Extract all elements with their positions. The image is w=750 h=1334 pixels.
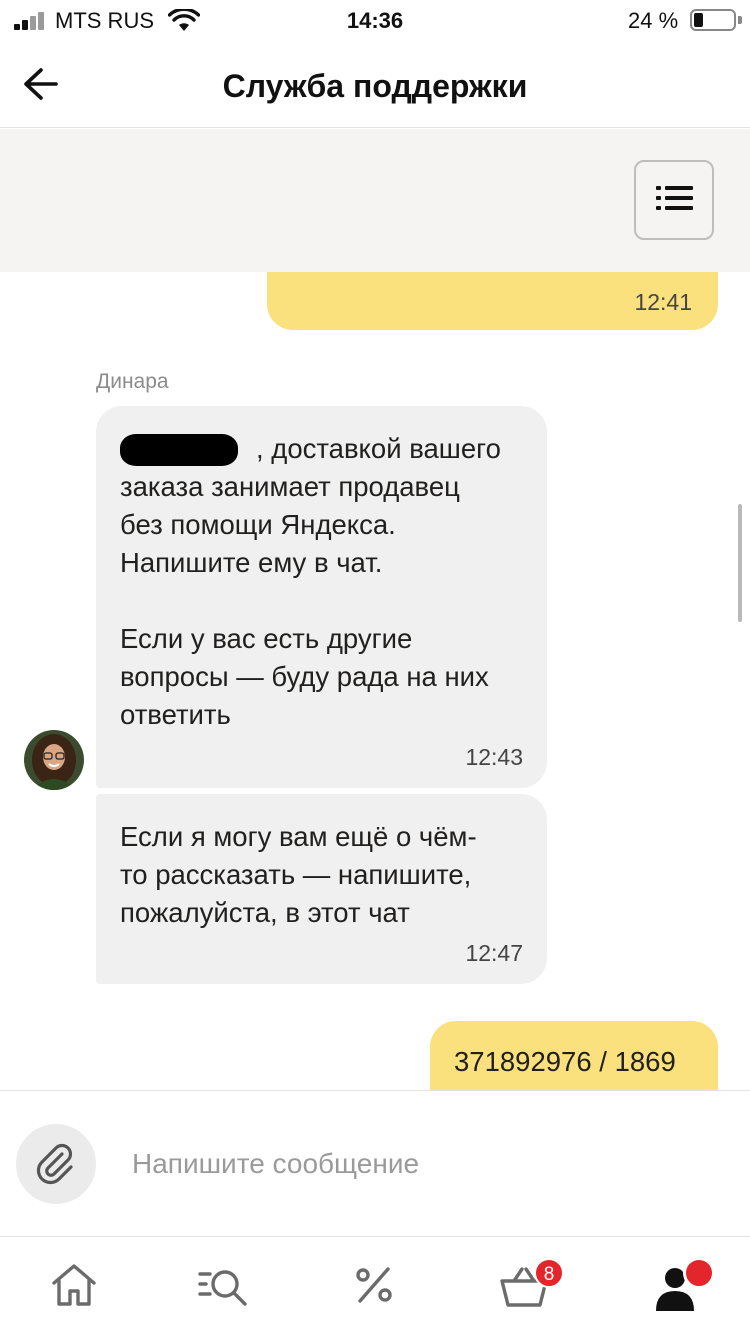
attach-button[interactable] [16, 1124, 96, 1204]
outgoing-message: 12:41 [267, 272, 718, 330]
home-icon [52, 1264, 96, 1306]
sender-name: Динара [96, 370, 169, 393]
battery-icon [690, 9, 736, 31]
tab-home[interactable] [44, 1255, 104, 1315]
catalog-search-icon [198, 1270, 247, 1306]
chat-top-panel [0, 129, 750, 272]
page-title: Служба поддержки [222, 68, 528, 104]
message-time: 12:47 [465, 940, 523, 966]
tab-discounts[interactable] [344, 1255, 404, 1315]
redacted-name [120, 434, 238, 466]
tab-catalog[interactable] [194, 1255, 254, 1315]
nav-header: Служба поддержки [0, 44, 750, 128]
paperclip-icon [36, 1143, 73, 1185]
message-time: 12:41 [634, 289, 692, 315]
message-text: 371892976 / 1869 [454, 1046, 676, 1077]
battery-percent: 24 % [628, 8, 679, 33]
incoming-message: Если я могу вам ещё о чём- то рассказать… [96, 794, 547, 984]
menu-button[interactable] [634, 160, 714, 240]
notification-dot [683, 1257, 715, 1289]
message-text: Если я могу вам ещё о чём- то рассказать… [120, 821, 477, 928]
bottom-tab-bar: 8 [0, 1236, 750, 1334]
outgoing-message: 371892976 / 1869 [430, 1021, 718, 1090]
scrollbar[interactable] [738, 504, 742, 622]
chat-messages[interactable]: 12:41 Динара , доставкой вашего заказа з… [0, 272, 750, 1090]
percent-icon [356, 1267, 392, 1303]
message-time: 12:43 [465, 744, 523, 770]
cart-count-badge: 8 [534, 1258, 564, 1288]
battery-tip [738, 16, 742, 24]
agent-avatar [24, 730, 84, 790]
message-text: , доставкой вашего заказа занимает прода… [120, 433, 501, 730]
message-input[interactable] [116, 1131, 726, 1197]
message-composer [0, 1090, 750, 1236]
status-bar: MTS RUS 14:36 24 % [0, 0, 750, 44]
list-menu-icon [656, 186, 693, 210]
